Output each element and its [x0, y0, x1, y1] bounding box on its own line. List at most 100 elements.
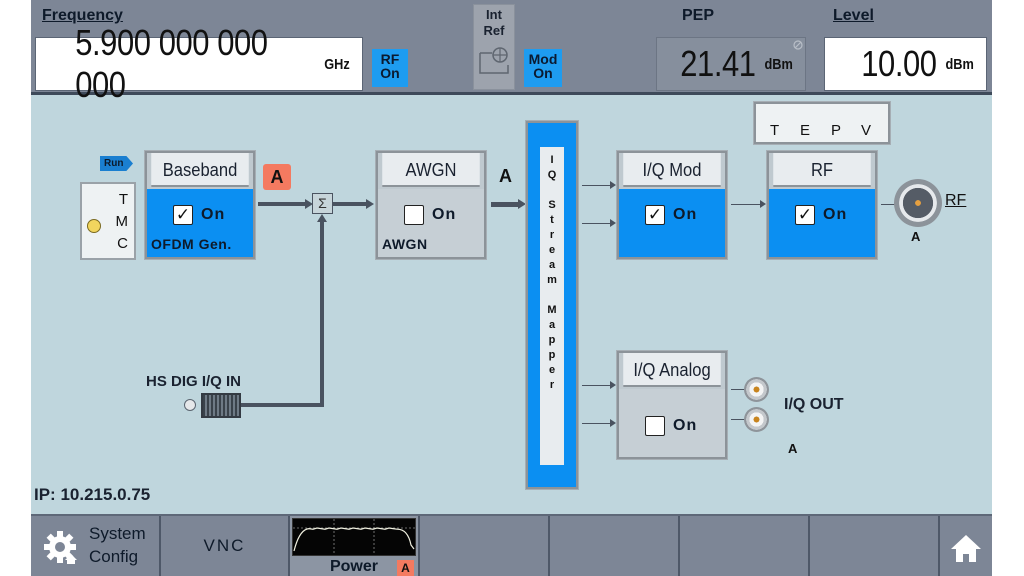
mod-on-line2: On	[533, 65, 553, 81]
iq-analog-block[interactable]: I/Q Analog On	[617, 351, 727, 459]
reference-clock-icon	[479, 47, 509, 74]
frequency-field[interactable]: 5.900 000 000 000 GHz	[35, 22, 363, 105]
rf-path-label: A	[911, 229, 921, 244]
rf-on-label: On	[823, 206, 848, 223]
signal-line	[582, 223, 612, 224]
arrow-icon	[366, 199, 374, 209]
rf-on-line2: On	[380, 65, 400, 81]
awgn-sub-label: AWGN	[382, 236, 428, 252]
frequency-unit: GHz	[324, 55, 350, 73]
level-field[interactable]: 10.00 dBm	[824, 37, 987, 91]
signal-line	[333, 202, 367, 206]
signal-line	[320, 222, 324, 406]
vnc-label: VNC	[203, 536, 246, 555]
arrow-up-icon	[317, 214, 327, 222]
rf-body: ✓ On	[769, 189, 875, 257]
status-led	[87, 219, 101, 233]
softkey-empty-1[interactable]	[420, 516, 550, 576]
rf-output-label[interactable]: RF	[945, 192, 966, 210]
signal-line	[881, 204, 895, 205]
baseband-body: ✓ On OFDM Gen.	[147, 189, 253, 257]
status-led	[184, 399, 196, 411]
iq-analog-on-label: On	[673, 417, 698, 434]
mapper-letter	[540, 288, 564, 303]
arrow-icon	[610, 381, 616, 389]
tmc-panel[interactable]: T M C	[80, 182, 136, 260]
softkey-empty-2[interactable]	[550, 516, 680, 576]
power-spectrum-graph	[293, 519, 415, 555]
rf-on-badge[interactable]: RF On	[372, 49, 408, 87]
frequency-value: 5.900 000 000 000	[75, 22, 268, 105]
awgn-block[interactable]: AWGN On AWGN	[376, 151, 486, 259]
rf-connector-icon	[894, 179, 942, 227]
signal-line	[258, 202, 306, 206]
instrument-screen: Frequency 5.900 000 000 000 GHz RF On In…	[31, 0, 992, 576]
vnc-button[interactable]: VNC	[161, 516, 290, 576]
pep-value: 21.41	[680, 43, 756, 84]
arrow-icon	[610, 419, 616, 427]
tepv-panel[interactable]: T E P V	[754, 102, 890, 144]
awgn-body: On AWGN	[378, 189, 484, 257]
iq-analog-title: I/Q Analog	[623, 353, 721, 387]
sum-icon: Σ	[312, 193, 333, 214]
digital-connector-icon[interactable]	[201, 393, 241, 418]
home-button[interactable]	[940, 516, 992, 576]
mapper-letter: Q	[547, 169, 557, 181]
baseband-sub-label: OFDM Gen.	[151, 236, 232, 252]
signal-line	[731, 419, 745, 420]
mapper-letter: r	[549, 229, 555, 241]
mapper-letter: p	[548, 349, 556, 361]
level-unit: dBm	[945, 55, 974, 73]
baseband-block[interactable]: Baseband ✓ On OFDM Gen.	[145, 151, 255, 259]
mapper-letter: M	[547, 304, 557, 316]
mapper-letter: p	[548, 334, 556, 346]
mapper-letter: t	[550, 214, 554, 226]
system-config-button[interactable]: System Config	[31, 516, 161, 576]
iq-mod-block[interactable]: I/Q Mod ✓ On	[617, 151, 727, 259]
rf-checkbox[interactable]: ✓	[795, 205, 815, 225]
iq-out-label: I/Q OUT	[784, 396, 844, 413]
power-graph-button[interactable]: Power A	[290, 516, 420, 576]
tmc-c: C	[117, 235, 128, 252]
iq-stream-mapper-label: IQStreamMapper	[540, 147, 564, 465]
rf-title: RF	[773, 153, 871, 187]
disabled-icon	[793, 40, 803, 50]
awgn-checkbox[interactable]	[404, 205, 424, 225]
signal-line	[731, 389, 745, 390]
mapper-letter	[540, 183, 564, 198]
iq-analog-body: On	[619, 389, 725, 457]
iq-mod-checkbox[interactable]: ✓	[645, 205, 665, 225]
iq-mod-on-label: On	[673, 206, 698, 223]
pep-field: 21.41 dBm	[656, 37, 806, 91]
signal-line	[582, 185, 612, 186]
system-config-line1: System	[89, 524, 146, 543]
status-header: Frequency 5.900 000 000 000 GHz RF On In…	[31, 0, 992, 105]
ip-address: IP: 10.215.0.75	[34, 485, 151, 504]
pep-label: PEP	[682, 7, 715, 24]
arrow-icon	[518, 199, 526, 209]
level-label[interactable]: Level	[833, 7, 874, 25]
iq-stream-mapper-block[interactable]: IQStreamMapper	[526, 121, 578, 489]
int-ref-indicator[interactable]: Int Ref	[473, 4, 515, 90]
mapper-letter: a	[548, 319, 556, 331]
softkey-empty-4[interactable]	[810, 516, 940, 576]
mapper-letter: S	[548, 199, 556, 211]
rf-block[interactable]: RF ✓ On	[767, 151, 877, 259]
spectrum-trace	[293, 527, 415, 552]
softkey-empty-3[interactable]	[680, 516, 810, 576]
arrow-icon	[610, 181, 616, 189]
arrow-icon	[760, 200, 766, 208]
arrow-icon	[610, 219, 616, 227]
iq-out-path-label: A	[788, 441, 798, 456]
signal-line	[731, 204, 761, 205]
mapper-letter: a	[548, 259, 556, 271]
gear-icon	[44, 531, 77, 564]
baseband-checkbox[interactable]: ✓	[173, 205, 193, 225]
mapper-letter: r	[549, 379, 555, 391]
iq-analog-checkbox[interactable]	[645, 416, 665, 436]
mod-on-badge[interactable]: Mod On	[524, 49, 562, 87]
softkey-bar: System Config VNC Power A	[31, 514, 992, 576]
mapper-letter: I	[550, 154, 554, 166]
level-value: 10.00	[861, 43, 937, 84]
tepv-v: V	[861, 122, 872, 139]
